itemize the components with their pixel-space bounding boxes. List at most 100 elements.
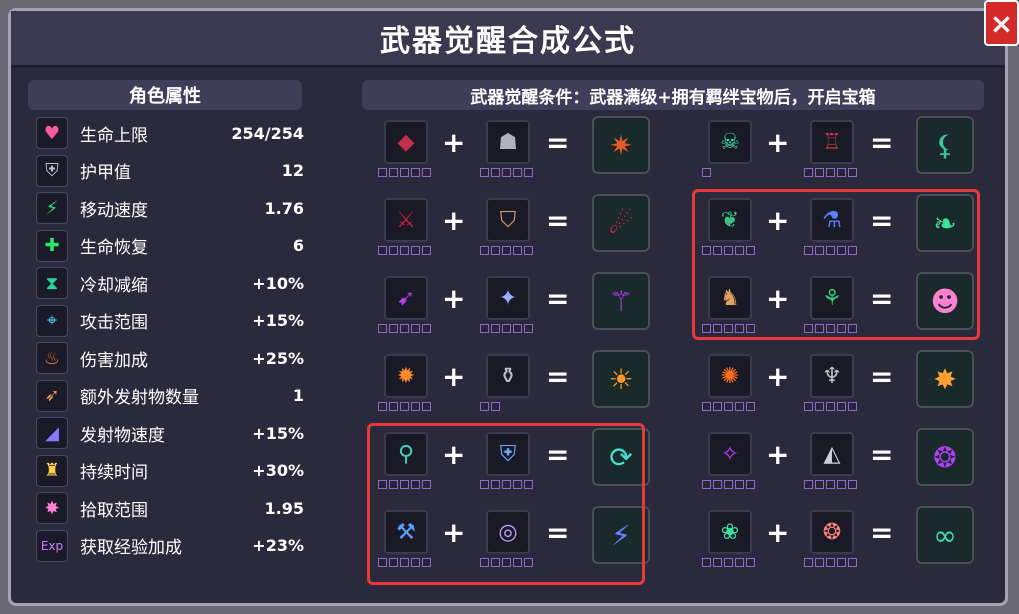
level-pips — [378, 324, 431, 333]
stat-row: ⚡ 移动速度 1.76 — [36, 191, 304, 225]
level-pip — [804, 168, 813, 177]
level-pips — [378, 246, 431, 255]
plus-sign: + — [766, 516, 790, 549]
recipe-row: ➹ + ✦ = ⚚ — [378, 272, 654, 344]
trident-icon[interactable]: ⚚ — [592, 272, 650, 330]
plus-sign: + — [442, 282, 466, 315]
level-pips — [378, 168, 431, 177]
level-pip — [480, 324, 489, 333]
close-button[interactable]: × — [984, 0, 1019, 46]
level-pip — [491, 246, 500, 255]
equals-sign: = — [546, 282, 570, 315]
title-bar: 武器觉醒合成公式 — [11, 11, 1005, 68]
level-pip — [480, 246, 489, 255]
level-pip — [502, 324, 511, 333]
level-pip — [378, 246, 387, 255]
level-pips — [702, 168, 711, 177]
close-icon: × — [989, 6, 1014, 40]
level-pip — [400, 168, 409, 177]
level-pip — [411, 402, 420, 411]
recipe-row: ☠ + ♖ = ⚸ — [702, 116, 978, 188]
level-pip — [746, 480, 755, 489]
level-pip — [848, 168, 857, 177]
helmet-icon[interactable]: ☗ — [486, 120, 530, 164]
jaw-icon[interactable]: ☠ — [708, 120, 752, 164]
wings-icon[interactable]: ✧ — [708, 432, 752, 476]
level-pips — [804, 480, 857, 489]
dragon-icon[interactable]: ♆ — [810, 354, 854, 398]
blade-icon[interactable]: ⚔ — [384, 198, 428, 242]
cross-icon: ✚ — [36, 229, 68, 262]
level-pip — [826, 168, 835, 177]
stat-value: 12 — [281, 161, 304, 180]
level-pips — [702, 480, 755, 489]
equals-sign: = — [870, 126, 894, 159]
level-pip — [400, 246, 409, 255]
level-pip — [400, 324, 409, 333]
level-pip — [826, 402, 835, 411]
level-pip — [389, 324, 398, 333]
level-pip — [735, 480, 744, 489]
visor-icon[interactable]: ⛉ — [486, 198, 530, 242]
level-pip — [524, 246, 533, 255]
level-pip — [378, 324, 387, 333]
plus-sign: + — [766, 360, 790, 393]
bat-icon[interactable]: ❂ — [916, 428, 974, 486]
orb-icon[interactable]: ❂ — [810, 510, 854, 554]
inferno-icon[interactable]: ✸ — [916, 350, 974, 408]
stat-value: +15% — [252, 311, 304, 330]
level-pips — [702, 402, 755, 411]
stat-value: 1.95 — [264, 498, 304, 518]
torch-icon: ♜ — [36, 454, 68, 487]
fire-staff-icon[interactable]: ✺ — [708, 354, 752, 398]
level-pip — [724, 558, 733, 567]
plus-sign: + — [442, 126, 466, 159]
scroll-icon[interactable]: ❀ — [708, 510, 752, 554]
amulet-icon[interactable]: ✦ — [486, 276, 530, 320]
recipe-row: ✹ + ⚱ = ☀ — [378, 350, 654, 422]
plus-sign: + — [766, 126, 790, 159]
level-pip — [389, 246, 398, 255]
level-pip — [480, 402, 489, 411]
fire-icon[interactable]: ☀ — [592, 350, 650, 408]
equals-sign: = — [870, 438, 894, 471]
cloak-icon[interactable]: ♖ — [810, 120, 854, 164]
level-pip — [735, 558, 744, 567]
level-pip — [422, 324, 431, 333]
claw-icon[interactable]: ⚸ — [916, 116, 974, 174]
crest-icon[interactable]: ✷ — [592, 116, 650, 174]
level-pip — [837, 480, 846, 489]
equals-sign: = — [870, 516, 894, 549]
serpent-icon[interactable]: ∞ — [916, 506, 974, 564]
level-pip — [491, 168, 500, 177]
level-pip — [513, 168, 522, 177]
equals-sign: = — [546, 360, 570, 393]
scythe-icon[interactable]: ☄ — [592, 194, 650, 252]
crystal-icon[interactable]: ◆ — [384, 120, 428, 164]
stat-row: ♨ 伤害加成 +25% — [36, 341, 304, 375]
boot-icon: ⚡ — [36, 192, 68, 224]
shard-icon[interactable]: ◭ — [810, 432, 854, 476]
level-pip — [524, 324, 533, 333]
level-pips — [804, 168, 857, 177]
stat-label: 获取经验加成 — [80, 538, 182, 558]
stat-row: ✸ 拾取范围 1.95 — [36, 491, 304, 525]
spear-icon[interactable]: ➹ — [384, 276, 428, 320]
heart-icon: ♥ — [36, 117, 68, 149]
torch-weapon-icon[interactable]: ✹ — [384, 354, 428, 398]
level-pip — [513, 324, 522, 333]
level-pips — [378, 402, 431, 411]
recipe-row: ❀ + ❂ = ∞ — [702, 506, 978, 578]
level-pip — [422, 246, 431, 255]
stat-label: 发射物速度 — [80, 425, 165, 446]
level-pips — [702, 558, 755, 567]
level-pip — [837, 168, 846, 177]
plus-sign: + — [442, 360, 466, 393]
level-pip — [702, 402, 711, 411]
stat-value: +30% — [252, 461, 304, 480]
lantern-icon[interactable]: ⚱ — [486, 354, 530, 398]
level-pip — [735, 402, 744, 411]
level-pips — [804, 402, 857, 411]
equals-sign: = — [546, 126, 570, 159]
stat-value: +25% — [252, 348, 304, 368]
